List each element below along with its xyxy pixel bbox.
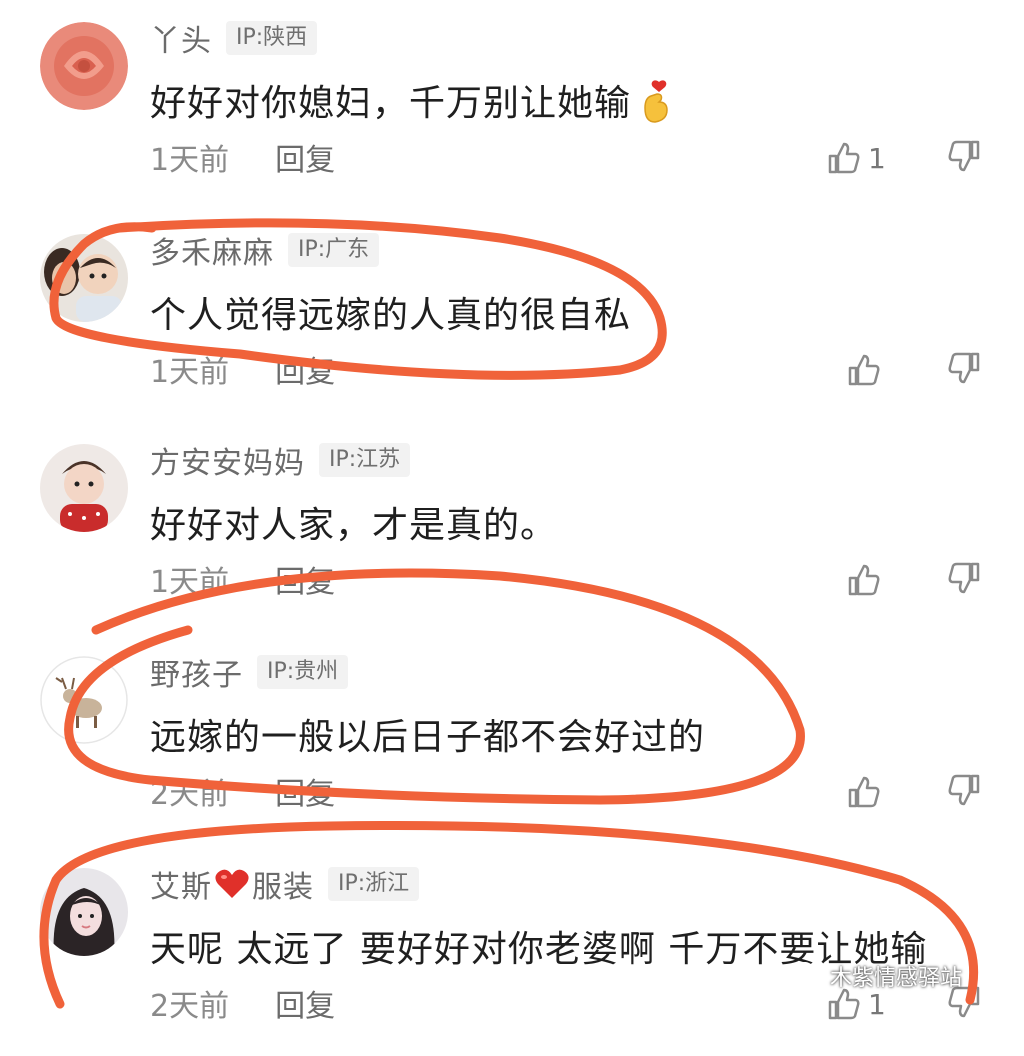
thumbs-up-icon [846,562,882,598]
thumbs-down-icon [946,138,982,174]
comment-text: 好好对人家，才是真的。 [150,505,558,546]
comment-item: 野孩子 IP:贵州 远嫁的一般以后日子都不会好过的 2天前 回复 [0,634,1024,844]
thumbs-down-icon [946,560,982,596]
username-suffix[interactable]: 服装 [252,862,314,906]
username[interactable]: 多禾麻麻 [150,228,274,272]
deer-avatar[interactable] [40,656,128,744]
comment-text: 远嫁的一般以后日子都不会好过的 [150,717,706,758]
like-count: 1 [868,987,886,1021]
comment-text-row: 好好对你媳妇，千万别让她输 [150,74,673,133]
username-prefix[interactable]: 艾斯 [150,862,212,906]
ip-location-badge: IP:广东 [288,233,380,267]
rose-avatar[interactable] [40,22,128,110]
like-button[interactable] [846,348,882,392]
ip-location-badge: IP:浙江 [328,867,420,901]
watermark: 木紫情感驿站 [790,960,962,992]
comment-item: 多禾麻麻 IP:广东 个人觉得远嫁的人真的很自私 1天前 回复 [0,212,1024,422]
reply-button[interactable]: 回复 [275,981,335,1025]
ip-location-badge: IP:江苏 [319,443,411,477]
ip-location-badge: IP:陕西 [226,21,318,55]
comment-text: 个人觉得远嫁的人真的很自私 [150,295,632,336]
username[interactable]: 丫头 [150,16,212,60]
thumbs-up-icon [826,140,862,176]
username[interactable]: 方安安妈妈 [150,438,305,482]
thumbs-up-icon [846,352,882,388]
mother-child-avatar[interactable] [40,234,128,322]
thumbs-down-icon [946,350,982,386]
like-button[interactable]: 1 [826,136,886,180]
watermark-text: 木紫情感驿站 [830,966,963,991]
wechat-icon [790,962,824,989]
comment-item: 丫头 IP:陕西 好好对你媳妇，千万别让她输 1天前 回复 1 [0,0,1024,210]
post-time: 1天前 [150,355,230,390]
comment-item: 方安安妈妈 IP:江苏 好好对人家，才是真的。 1天前 回复 [0,422,1024,632]
red-heart-emoji-icon [214,868,250,900]
dislike-button[interactable] [946,138,982,174]
reply-button[interactable]: 回复 [275,135,335,179]
comment-item: 艾斯 服装 IP:浙江 天呢 太远了 要好好对你老婆啊 千万不要让她输 2天前 … [0,846,1024,1056]
post-time: 1天前 [150,565,230,600]
post-time: 2天前 [150,989,230,1024]
dislike-button[interactable] [946,772,982,808]
post-time: 1天前 [150,143,230,178]
comment-text: 好好对你媳妇，千万别让她输 [150,83,632,124]
post-time: 2天前 [150,777,230,812]
dislike-button[interactable] [946,350,982,386]
reply-button[interactable]: 回复 [275,557,335,601]
girl-avatar[interactable] [40,868,128,956]
like-button[interactable] [846,558,882,602]
thumbs-down-icon [946,772,982,808]
ip-location-badge: IP:贵州 [257,655,349,689]
thumbs-up-icon [846,774,882,810]
like-button[interactable] [846,770,882,814]
reply-button[interactable]: 回复 [275,347,335,391]
reply-button[interactable]: 回复 [275,769,335,813]
baby-avatar[interactable] [40,444,128,532]
finger-heart-emoji-icon [637,78,673,133]
dislike-button[interactable] [946,560,982,596]
like-count: 1 [868,141,886,175]
username[interactable]: 野孩子 [150,650,243,694]
